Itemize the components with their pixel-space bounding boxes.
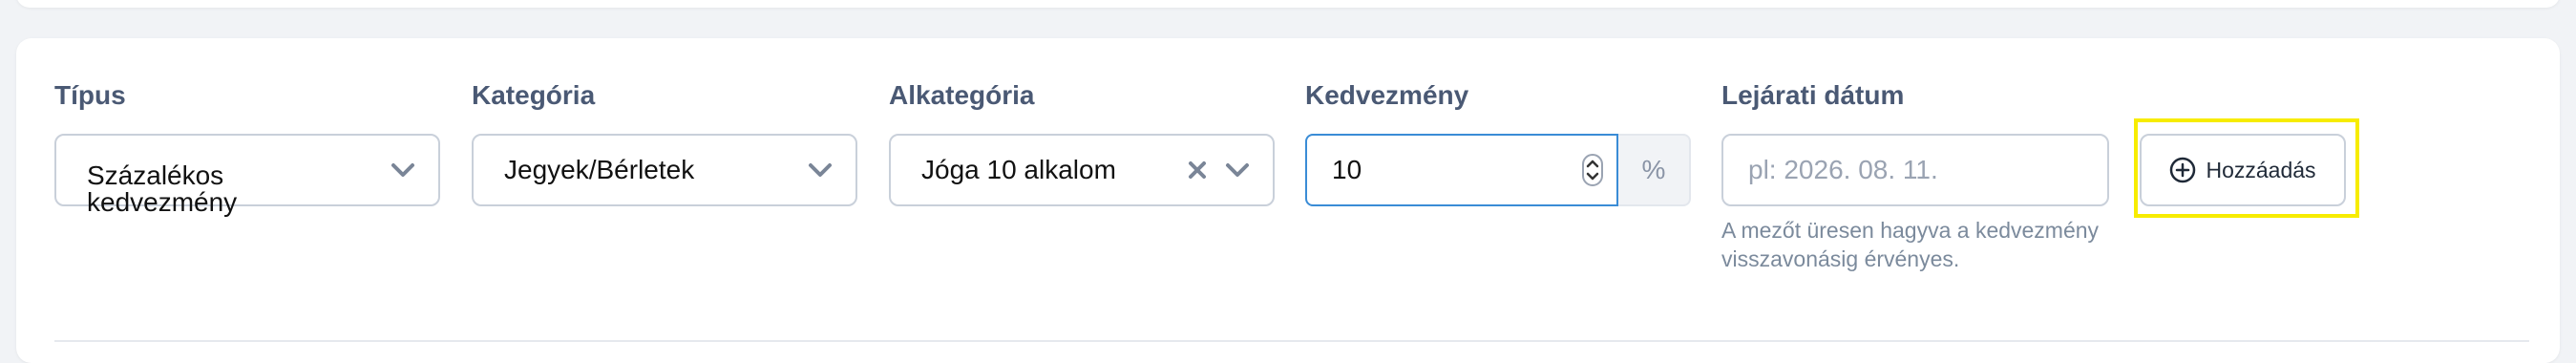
subcategory-select[interactable]: Jóga 10 alkalom [889,134,1275,206]
subcategory-select-value: Jóga 10 alkalom [921,155,1116,184]
subcategory-label: Alkategória [889,80,1035,110]
type-select-value: Százalékos kedvezmény [87,160,238,217]
previous-card [16,0,2560,8]
chevron-down-icon [391,163,414,177]
clear-icon[interactable] [1187,160,1208,181]
number-spinner-icon[interactable] [1582,154,1603,186]
category-label: Kategória [472,80,596,110]
category-select[interactable]: Jegyek/Bérletek [472,134,857,206]
percent-addon: % [1618,134,1691,206]
chevron-down-icon [809,163,832,177]
discount-input-value: 10 [1332,155,1362,184]
discount-input[interactable]: 10 [1305,134,1618,206]
discount-label: Kedvezmény [1305,80,1469,110]
type-select[interactable]: Százalékos kedvezmény [54,134,440,216]
expiry-date-placeholder: pl: 2026. 08. 11. [1748,155,1938,184]
chevron-down-icon [1226,163,1249,177]
divider [54,340,2529,342]
expiry-helper-text: A mezőt üresen hagyva a kedvezmény vissz… [1721,218,2100,271]
add-button-label: Hozzáadás [2206,157,2316,182]
add-button[interactable]: Hozzáadás [2140,134,2346,206]
expiry-label: Lejárati dátum [1721,80,1905,110]
category-select-value: Jegyek/Bérletek [504,155,695,184]
type-label: Típus [54,80,126,110]
plus-circle-icon [2170,157,2196,183]
expiry-date-input[interactable]: pl: 2026. 08. 11. [1721,134,2109,206]
